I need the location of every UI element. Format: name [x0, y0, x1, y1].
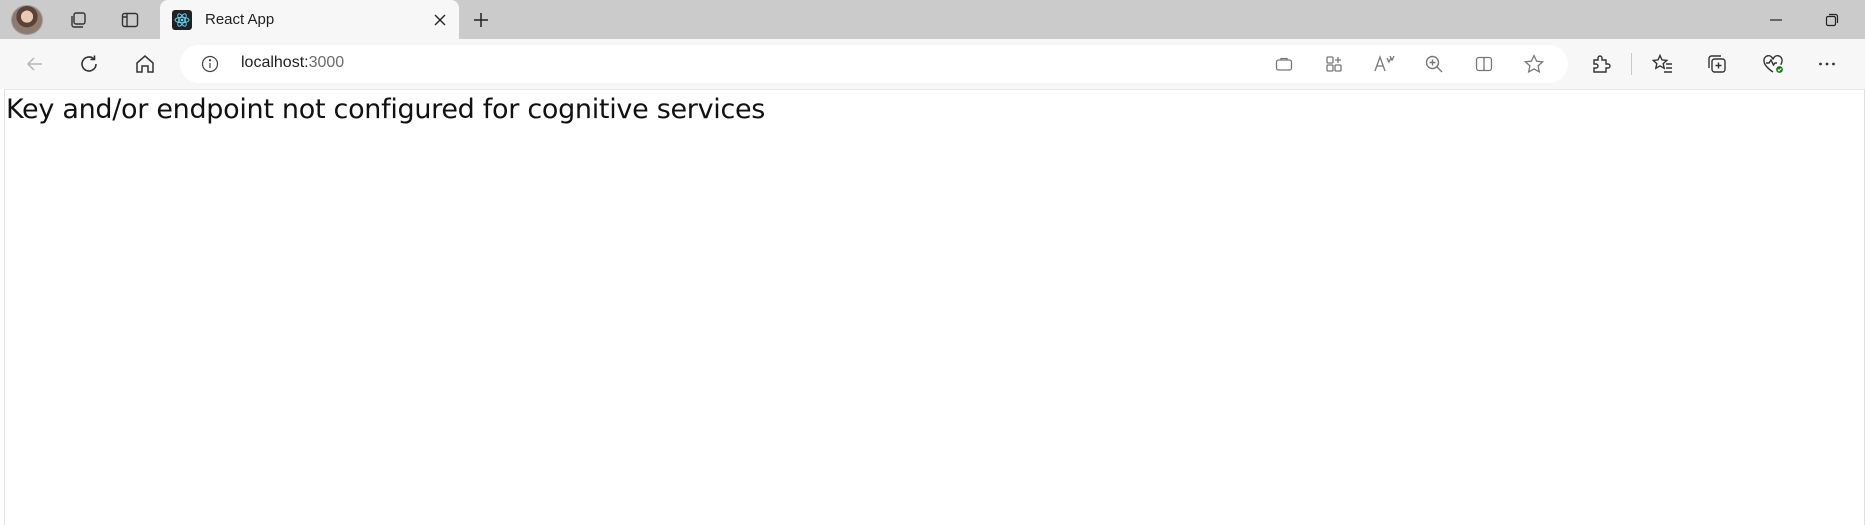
navigation-toolbar: localhost:3000	[0, 39, 1865, 89]
tab-strip: React App	[0, 0, 1865, 39]
extensions-icon[interactable]	[1586, 49, 1616, 79]
tab-react-app[interactable]: React App	[160, 0, 459, 39]
split-screen-icon[interactable]	[1473, 53, 1495, 75]
url-text: localhost:3000	[241, 54, 344, 72]
collections-icon[interactable]	[1702, 49, 1732, 79]
zoom-icon[interactable]	[1423, 53, 1445, 75]
profile-avatar[interactable]	[11, 5, 43, 35]
address-bar[interactable]: localhost:3000	[180, 45, 1568, 83]
tab-title: React App	[205, 11, 275, 28]
app-install-icon[interactable]	[1323, 53, 1345, 75]
browser-window: React App localhost:3000 Key and/or endp…	[0, 0, 1865, 525]
browser-essentials-icon[interactable]	[1758, 49, 1788, 79]
restore-icon[interactable]	[1818, 8, 1846, 32]
info-icon[interactable]	[200, 54, 220, 74]
vertical-tabs-icon[interactable]	[118, 8, 142, 32]
star-icon[interactable]	[1523, 53, 1545, 75]
error-message: Key and/or endpoint not configured for c…	[6, 94, 766, 125]
refresh-icon[interactable]	[74, 49, 104, 79]
read-aloud-icon[interactable]	[1373, 53, 1395, 75]
url-port: 3000	[308, 54, 345, 71]
workspaces-icon[interactable]	[66, 8, 90, 32]
minimize-icon[interactable]	[1762, 8, 1790, 32]
briefcase-icon[interactable]	[1273, 53, 1295, 75]
page-viewport: Key and/or endpoint not configured for c…	[4, 89, 1865, 525]
close-icon[interactable]	[429, 9, 451, 31]
toolbar-divider	[1631, 53, 1632, 75]
favorites-icon[interactable]	[1648, 49, 1678, 79]
react-favicon	[172, 10, 192, 30]
more-icon[interactable]	[1812, 49, 1842, 79]
url-host: localhost:	[241, 54, 309, 71]
plus-icon[interactable]	[468, 8, 494, 32]
back-arrow-icon[interactable]	[20, 49, 50, 79]
home-icon[interactable]	[130, 49, 160, 79]
